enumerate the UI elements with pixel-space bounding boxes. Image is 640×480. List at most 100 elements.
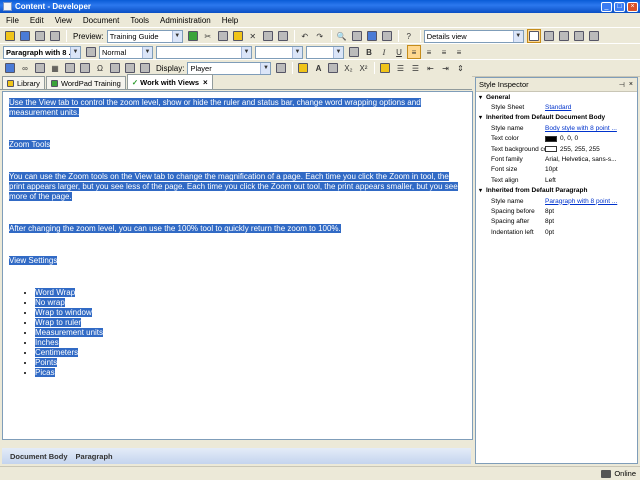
style-inspector-title: Style Inspector	[479, 80, 529, 89]
indent-icon[interactable]: ⇥	[438, 61, 452, 75]
spellcheck-icon[interactable]	[365, 29, 379, 43]
path-item-document-body[interactable]: Document Body	[10, 452, 68, 461]
layout-single-icon[interactable]	[526, 29, 541, 43]
menu-administration[interactable]: Administration	[160, 16, 211, 25]
link-icon[interactable]	[380, 29, 394, 43]
list-item: No wrap	[35, 298, 466, 308]
media-icon[interactable]	[123, 61, 137, 75]
align-justify-icon[interactable]: ≡	[452, 45, 466, 59]
display-label: Display:	[156, 63, 185, 73]
highlight-icon[interactable]	[296, 61, 310, 75]
preview-go-icon[interactable]	[186, 29, 200, 43]
preview-select[interactable]: Training Guide ▼	[106, 29, 183, 43]
font-color-icon[interactable]: A	[311, 61, 325, 75]
menu-file[interactable]: File	[6, 16, 19, 25]
inspector-group-general[interactable]: ▾ General	[476, 92, 637, 102]
font-extra-select[interactable]: ▼	[306, 45, 344, 59]
inspector-group-paragraph[interactable]: ▾ Inherited from Default Paragraph	[476, 186, 637, 196]
minimize-button[interactable]: _	[601, 1, 612, 12]
editor-paragraph: You can use the Zoom tools on the View t…	[9, 172, 458, 201]
symbol-icon[interactable]: Ω	[93, 61, 107, 75]
layout-panel-icon[interactable]	[572, 29, 586, 43]
inspector-group-document-body[interactable]: ▾ Inherited from Default Document Body	[476, 113, 637, 123]
hyperlink-icon[interactable]: ∞	[18, 61, 32, 75]
style-edit-icon[interactable]	[347, 45, 361, 59]
undo-icon[interactable]: ↶	[298, 29, 312, 43]
collapse-icon[interactable]: ▾	[479, 187, 486, 194]
path-item-paragraph[interactable]: Paragraph	[76, 452, 113, 461]
table-icon[interactable]: ▦	[48, 61, 62, 75]
layout-tree-icon[interactable]	[557, 29, 571, 43]
display-select[interactable]: Player ▼	[187, 61, 272, 75]
close-tab-icon[interactable]: ×	[203, 78, 208, 87]
bold-button[interactable]: B	[362, 45, 376, 59]
help-icon[interactable]: ?	[402, 29, 416, 43]
checkout-icon[interactable]	[33, 29, 47, 43]
inspector-row: Font size 10pt	[491, 166, 558, 174]
align-left-icon[interactable]: ≡	[407, 45, 421, 59]
paste-icon[interactable]	[231, 29, 245, 43]
close-button[interactable]: ×	[627, 1, 638, 12]
insert-table-icon[interactable]	[3, 61, 17, 75]
menu-view[interactable]: View	[55, 16, 72, 25]
copy-icon[interactable]	[216, 29, 230, 43]
print-icon[interactable]	[48, 29, 62, 43]
style-inspector-header: Style Inspector ⊣ ×	[476, 78, 637, 92]
document-icon[interactable]	[276, 29, 290, 43]
view-mode-select[interactable]: Details view ▼	[423, 29, 524, 43]
insert-icon[interactable]	[261, 29, 275, 43]
numbered-list-icon[interactable]: ☰	[393, 61, 407, 75]
menu-tools[interactable]: Tools	[130, 16, 149, 25]
font-size-select[interactable]: ▼	[255, 45, 303, 59]
properties-icon[interactable]	[587, 29, 601, 43]
column-icon[interactable]	[78, 61, 92, 75]
align-right-icon[interactable]: ≡	[437, 45, 451, 59]
find-icon[interactable]: 🔍	[335, 29, 349, 43]
collapse-icon[interactable]: ▾	[479, 94, 486, 101]
save-icon[interactable]	[18, 29, 32, 43]
italic-button[interactable]: I	[377, 45, 391, 59]
image-icon[interactable]	[108, 61, 122, 75]
subscript-button[interactable]: X₂	[341, 61, 355, 75]
document-editor[interactable]: Use the View tab to control the zoom lev…	[2, 91, 473, 440]
character-style-select[interactable]: Normal ▼	[99, 45, 153, 59]
tab-work-with-views[interactable]: ✓ Work with Views ×	[126, 74, 213, 89]
font-family-select[interactable]: ▼	[156, 45, 252, 59]
paint-icon[interactable]	[326, 61, 340, 75]
list-item: Centimeters	[35, 348, 466, 358]
redo-icon[interactable]: ↷	[313, 29, 327, 43]
align-center-icon[interactable]: ≡	[422, 45, 436, 59]
underline-button[interactable]: U	[392, 45, 406, 59]
menu-document[interactable]: Document	[83, 16, 119, 25]
page-break-icon[interactable]: ⇕	[453, 61, 467, 75]
bookmark-icon[interactable]	[33, 61, 47, 75]
replace-icon[interactable]	[350, 29, 364, 43]
delete-icon[interactable]: ✕	[246, 29, 260, 43]
close-panel-icon[interactable]: ×	[629, 81, 633, 88]
display-edit-icon[interactable]	[274, 61, 288, 75]
tab-wordpad-training[interactable]: WordPad Training	[45, 76, 126, 89]
open-icon[interactable]	[3, 29, 17, 43]
menu-bar: File Edit View Document Tools Administra…	[0, 13, 640, 27]
style-picker-icon[interactable]	[84, 45, 98, 59]
checkmark-icon	[50, 79, 58, 87]
maximize-button[interactable]: □	[614, 1, 625, 12]
pin-icon[interactable]: ⊣	[619, 81, 625, 89]
field-icon[interactable]	[138, 61, 152, 75]
eraser-icon[interactable]	[378, 61, 392, 75]
menu-edit[interactable]: Edit	[30, 16, 44, 25]
cut-icon[interactable]: ✂	[201, 29, 215, 43]
title-bar: Content - Developer _ □ ×	[0, 0, 640, 13]
collapse-icon[interactable]: ▾	[479, 114, 486, 121]
superscript-button[interactable]: X²	[356, 61, 370, 75]
list-item: Inches	[35, 338, 466, 348]
row-icon[interactable]	[63, 61, 77, 75]
tab-label: WordPad Training	[60, 78, 121, 88]
tab-library[interactable]: Library	[2, 76, 45, 89]
layout-split-icon[interactable]	[542, 29, 556, 43]
bullet-list-icon[interactable]: ☰	[408, 61, 422, 75]
tab-label: Work with Views	[140, 77, 200, 87]
outdent-icon[interactable]: ⇤	[423, 61, 437, 75]
menu-help[interactable]: Help	[222, 16, 238, 25]
paragraph-style-select[interactable]: Paragraph with 8 ... ▼	[3, 45, 81, 59]
